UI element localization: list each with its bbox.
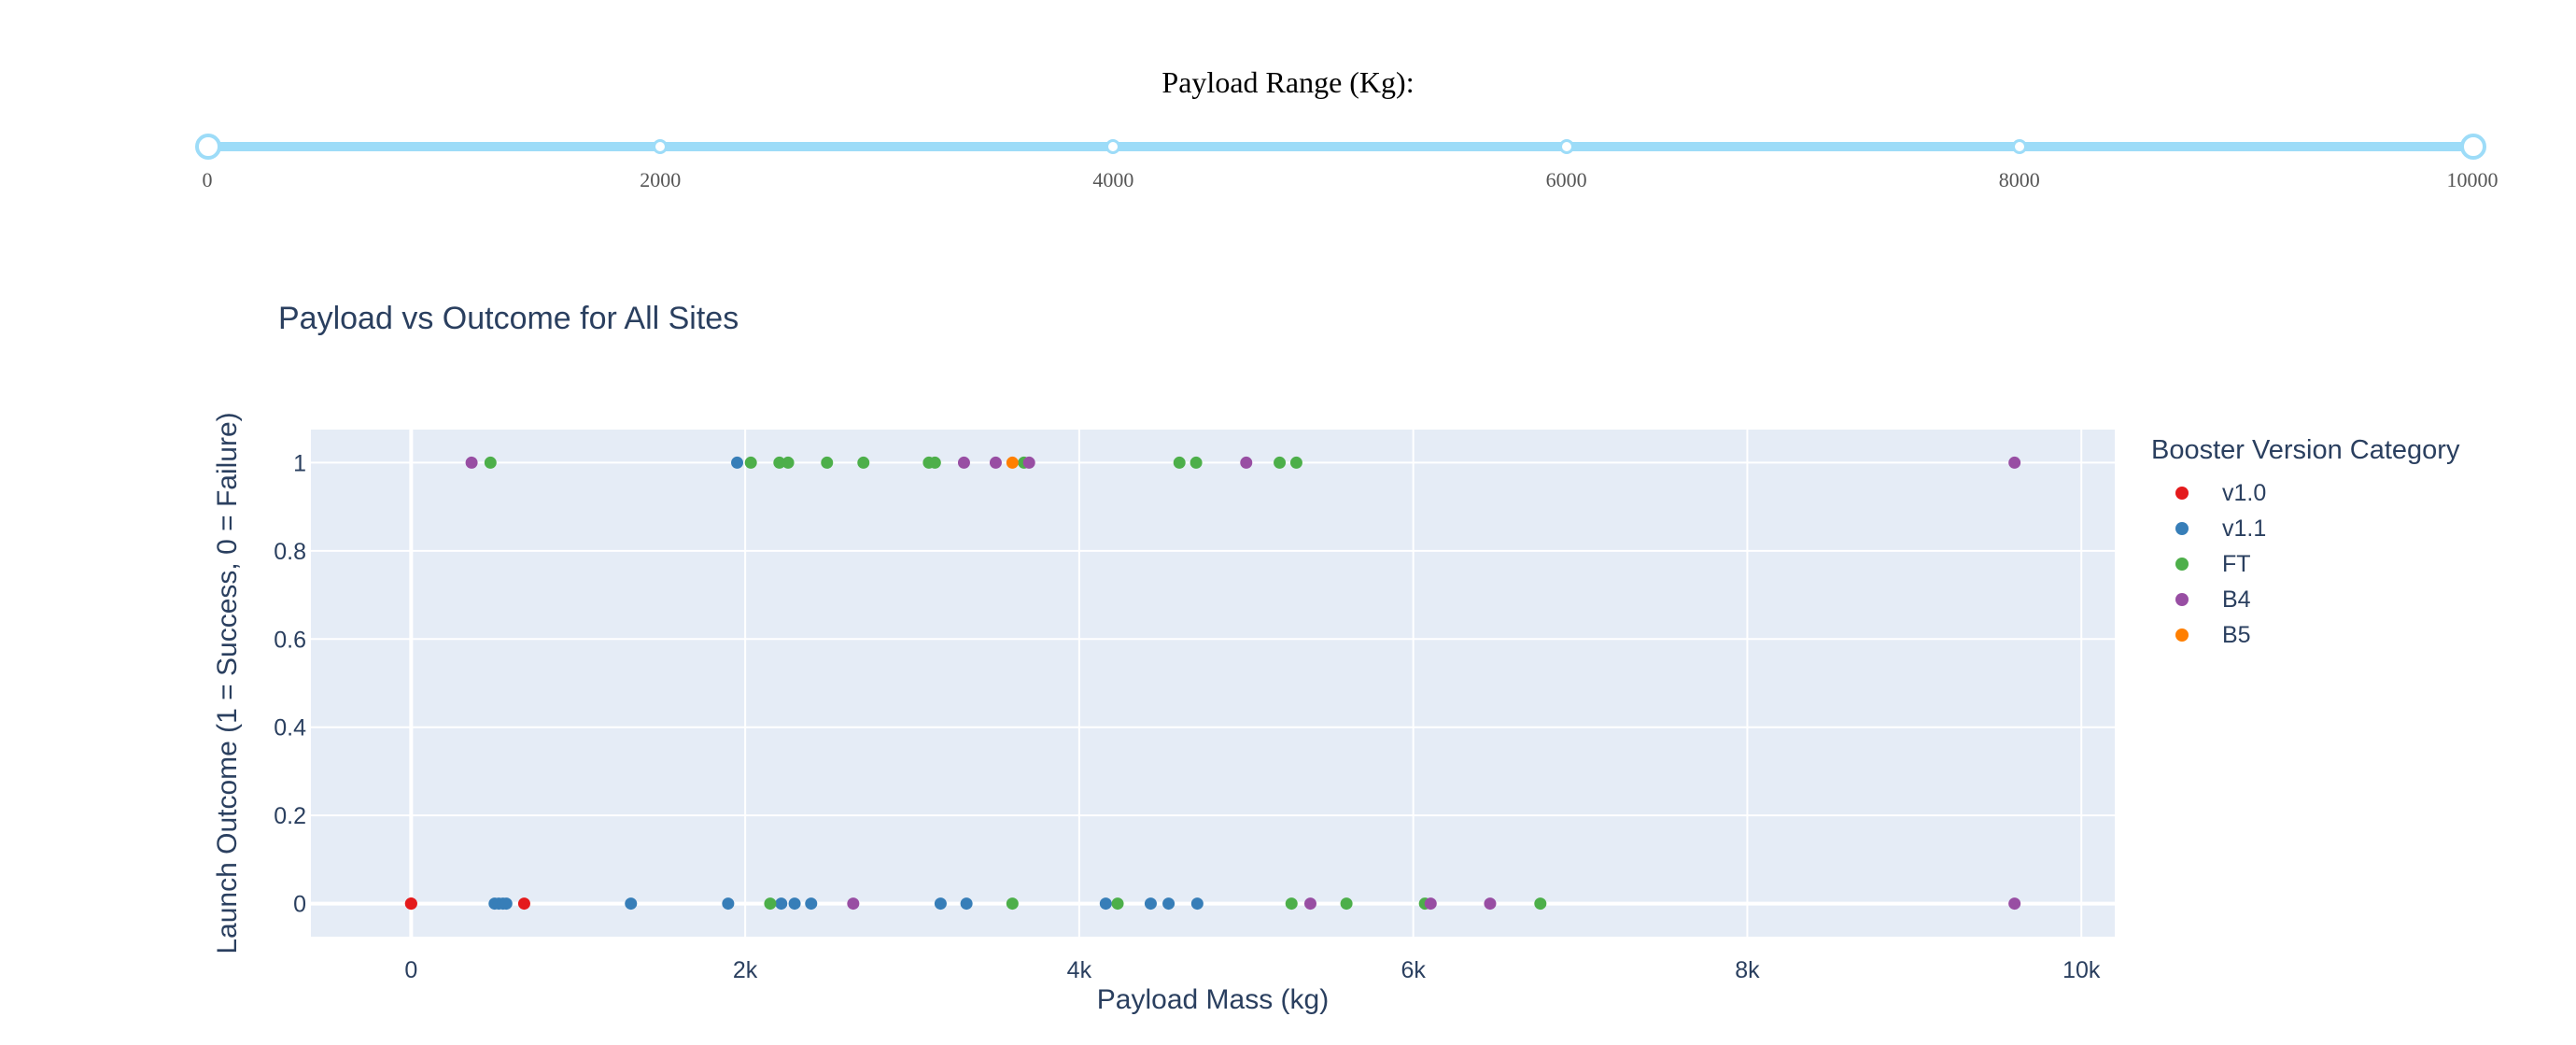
data-point[interactable] — [1274, 456, 1287, 469]
legend-label: FT — [2222, 551, 2251, 577]
y-axis-title: Launch Outcome (1 = Success, 0 = Failure… — [212, 412, 243, 953]
data-point[interactable] — [1144, 897, 1157, 911]
data-point[interactable] — [1424, 897, 1437, 911]
data-point[interactable] — [1189, 456, 1203, 469]
data-point[interactable] — [775, 897, 788, 911]
data-point[interactable] — [781, 456, 795, 469]
data-point[interactable] — [764, 897, 777, 911]
x-tick-label: 6k — [1401, 957, 1426, 983]
legend-marker-icon — [2175, 558, 2189, 571]
data-point[interactable] — [1534, 897, 1547, 911]
legend-marker-icon — [2175, 593, 2189, 606]
y-tick-label: 0.4 — [274, 715, 306, 741]
legend-label: v1.0 — [2222, 480, 2267, 506]
data-point[interactable] — [1303, 897, 1316, 911]
legend-marker-icon — [2175, 628, 2189, 642]
legend-label: v1.1 — [2222, 515, 2267, 542]
y-tick-label: 1 — [293, 450, 306, 476]
data-point[interactable] — [1285, 897, 1298, 911]
data-point[interactable] — [1190, 897, 1204, 911]
data-point[interactable] — [625, 897, 638, 911]
data-point[interactable] — [857, 456, 870, 469]
legend-label: B5 — [2222, 622, 2251, 648]
data-point[interactable] — [1006, 456, 1019, 469]
data-point[interactable] — [821, 456, 834, 469]
x-tick-label: 0 — [404, 957, 417, 983]
data-point[interactable] — [1006, 897, 1019, 911]
data-point[interactable] — [465, 456, 478, 469]
data-point[interactable] — [1173, 456, 1186, 469]
data-point[interactable] — [2008, 456, 2021, 469]
data-point[interactable] — [484, 456, 497, 469]
data-point[interactable] — [847, 897, 860, 911]
y-tick-label: 0.8 — [274, 539, 306, 565]
x-tick-label: 8k — [1735, 957, 1760, 983]
data-point[interactable] — [957, 456, 970, 469]
data-point[interactable] — [805, 897, 818, 911]
data-point[interactable] — [1484, 897, 1497, 911]
data-point[interactable] — [788, 897, 801, 911]
data-point[interactable] — [1022, 456, 1035, 469]
data-point[interactable] — [722, 897, 735, 911]
y-tick-label: 0 — [293, 892, 306, 918]
plot-area[interactable] — [311, 430, 2115, 937]
data-point[interactable] — [1162, 897, 1175, 911]
data-point[interactable] — [928, 456, 941, 469]
x-axis-title: Payload Mass (kg) — [1097, 984, 1329, 1015]
y-tick-label: 0.6 — [274, 627, 306, 653]
data-point[interactable] — [1111, 897, 1124, 911]
x-tick-label: 2k — [733, 957, 758, 983]
data-point[interactable] — [1340, 897, 1353, 911]
data-point[interactable] — [731, 456, 744, 469]
data-point[interactable] — [989, 456, 1002, 469]
legend-label: B4 — [2222, 586, 2251, 613]
data-point[interactable] — [500, 897, 513, 911]
data-point[interactable] — [960, 897, 973, 911]
x-tick-label: 4k — [1067, 957, 1092, 983]
legend-marker-icon — [2175, 522, 2189, 535]
data-point[interactable] — [1099, 897, 1112, 911]
x-tick-label: 10k — [2062, 957, 2101, 983]
data-point[interactable] — [2008, 897, 2021, 911]
y-tick-label: 0.2 — [274, 803, 306, 829]
series-b5[interactable] — [1006, 456, 1019, 469]
data-point[interactable] — [744, 456, 757, 469]
scatter-chart[interactable]: 0 2k 4k 6k 8k 10k 0 0.2 0.4 0.6 0.8 1 Payload Mass (… — [0, 0, 2576, 1045]
data-point[interactable] — [404, 897, 417, 911]
data-point[interactable] — [934, 897, 947, 911]
data-point[interactable] — [517, 897, 530, 911]
data-point[interactable] — [1289, 456, 1302, 469]
data-point[interactable] — [1240, 456, 1253, 469]
legend-marker-icon — [2175, 487, 2189, 500]
legend-title: Booster Version Category — [2151, 435, 2460, 465]
